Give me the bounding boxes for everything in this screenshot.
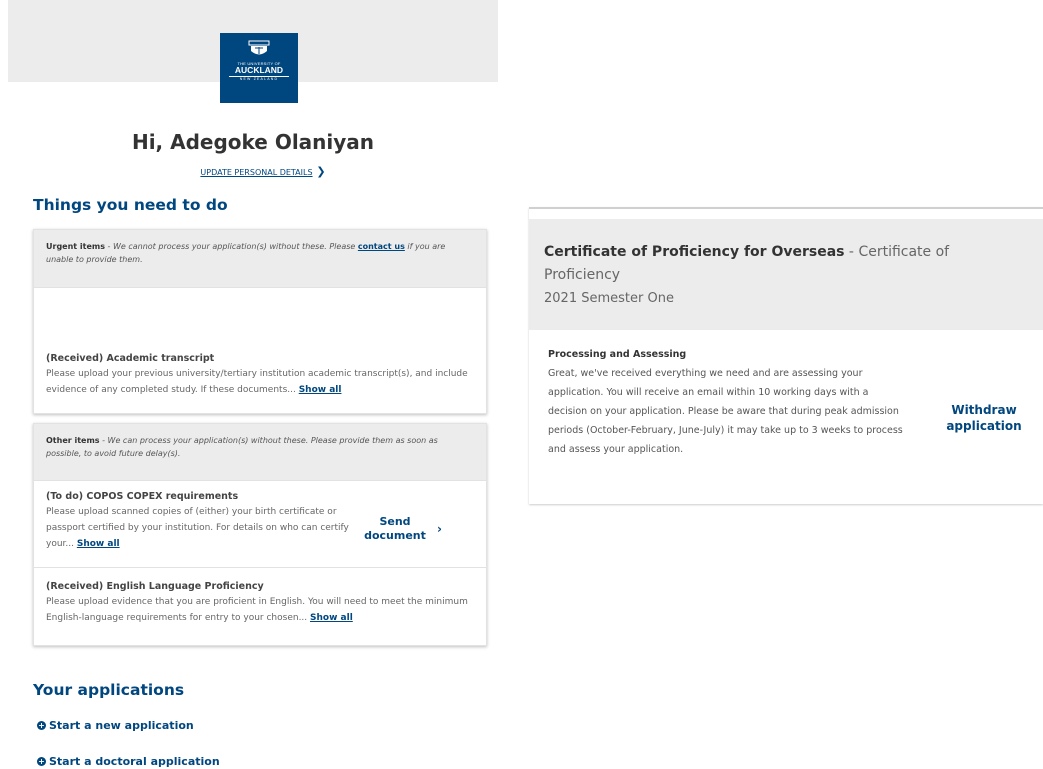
divider bbox=[34, 480, 486, 481]
update-personal-details-link[interactable]: UPDATE PERSONAL DETAILS ❯ bbox=[8, 165, 518, 178]
status-text: Great, we've received everything we need… bbox=[548, 368, 903, 455]
list-item: (To do) COPOS COPEX requirements Please … bbox=[46, 490, 376, 552]
update-personal-details-label: UPDATE PERSONAL DETAILS bbox=[200, 168, 313, 177]
status-title: Processing and Assessing bbox=[548, 349, 687, 360]
divider bbox=[34, 287, 486, 288]
withdraw-application-button[interactable]: Withdraw application bbox=[929, 402, 1039, 434]
plus-icon: + bbox=[37, 721, 46, 730]
start-doctoral-application-label: Start a doctoral application bbox=[49, 755, 220, 768]
greeting-heading: Hi, Adegoke Olaniyan bbox=[131, 130, 375, 154]
show-all-link[interactable]: Show all bbox=[310, 613, 353, 623]
plus-icon: + bbox=[37, 757, 46, 766]
urgent-label: Urgent items bbox=[46, 242, 105, 251]
show-all-link[interactable]: Show all bbox=[299, 385, 342, 395]
start-new-application-label: Start a new application bbox=[49, 719, 194, 732]
course-separator: - bbox=[844, 244, 859, 260]
contact-us-link[interactable]: contact us bbox=[358, 242, 405, 251]
item-description: Please upload your previous university/t… bbox=[46, 366, 476, 398]
list-item: (Received) Academic transcript Please up… bbox=[46, 352, 476, 398]
application-card: Certificate of Proficiency for Overseas … bbox=[529, 207, 1043, 504]
university-logo[interactable]: THE UNIVERSITY OF AUCKLAND NEW ZEALAND bbox=[220, 33, 298, 103]
todo-title: Things you need to do bbox=[33, 196, 228, 214]
other-items-header: Other items - We can process your applic… bbox=[34, 424, 486, 480]
logo-line-2: AUCKLAND bbox=[234, 65, 284, 75]
list-item: (Received) English Language Proficiency … bbox=[46, 580, 476, 626]
logo-line-3: NEW ZEALAND bbox=[229, 76, 289, 82]
other-label: Other items bbox=[46, 436, 100, 445]
semester: 2021 Semester One bbox=[544, 291, 674, 306]
crest-icon bbox=[248, 40, 270, 55]
urgent-items-card: Urgent items - We cannot process your ap… bbox=[33, 229, 487, 414]
start-doctoral-application-link[interactable]: + Start a doctoral application bbox=[37, 755, 220, 768]
item-title: (To do) COPOS COPEX requirements bbox=[46, 491, 239, 502]
show-all-link[interactable]: Show all bbox=[77, 539, 120, 549]
item-desc-text: Please upload evidence that you are prof… bbox=[46, 597, 468, 623]
divider bbox=[34, 567, 486, 568]
application-status: Processing and Assessing Great, we've re… bbox=[548, 345, 908, 459]
urgent-items-header: Urgent items - We cannot process your ap… bbox=[34, 230, 486, 287]
applications-title: Your applications bbox=[33, 681, 185, 699]
chevron-right-icon: › bbox=[437, 522, 442, 536]
send-document-label: Send document bbox=[364, 515, 426, 542]
item-title: (Received) English Language Proficiency bbox=[46, 581, 264, 592]
urgent-text: - We cannot process your application(s) … bbox=[105, 242, 358, 251]
item-description: Please upload scanned copies of (either)… bbox=[46, 504, 376, 552]
item-desc-text: Please upload your previous university/t… bbox=[46, 369, 468, 395]
start-new-application-link[interactable]: + Start a new application bbox=[37, 719, 194, 732]
course-name: Certificate of Proficiency for Overseas bbox=[544, 244, 845, 260]
item-title: (Received) Academic transcript bbox=[46, 353, 215, 364]
item-description: Please upload evidence that you are prof… bbox=[46, 594, 476, 626]
other-text: - We can process your application(s) wit… bbox=[46, 436, 438, 458]
chevron-right-icon: ❯ bbox=[312, 165, 326, 178]
send-document-button[interactable]: Send document › bbox=[350, 515, 442, 543]
application-card-header: Certificate of Proficiency for Overseas … bbox=[529, 219, 1043, 330]
